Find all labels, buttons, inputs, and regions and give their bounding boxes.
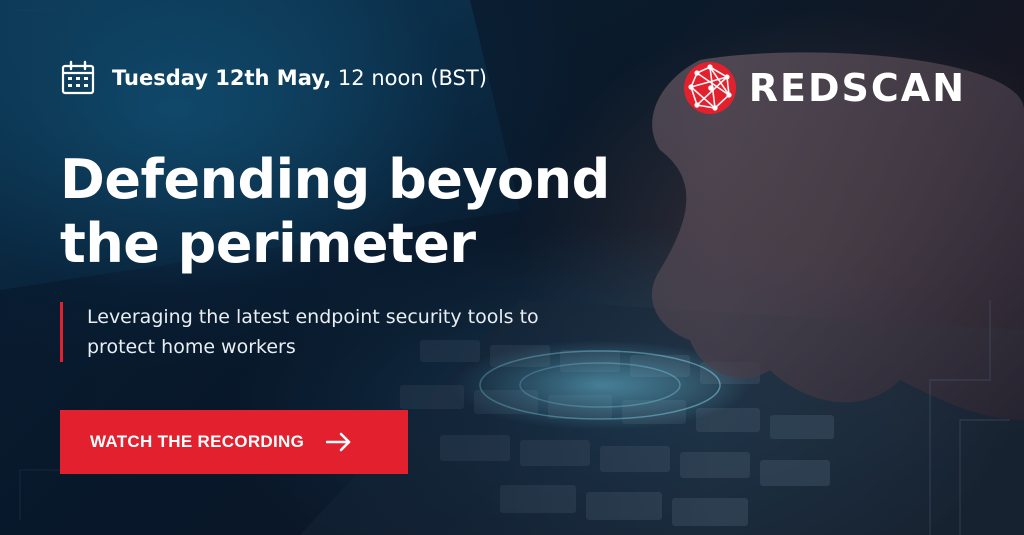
event-date-row: Tuesday 12th May, 12 noon (BST)	[60, 60, 487, 96]
arrow-right-icon	[326, 432, 351, 452]
event-date: Tuesday 12th May, 12 noon (BST)	[112, 60, 487, 96]
brand-name: REDSCAN	[748, 66, 966, 110]
watch-recording-button[interactable]: WATCH THE RECORDING	[60, 410, 408, 474]
accent-bar	[60, 302, 63, 362]
calendar-icon	[61, 60, 95, 95]
webinar-headline: Defending beyond the perimeter	[60, 148, 610, 275]
webinar-banner: Tuesday 12th May, 12 noon (BST) REDSCAN …	[0, 0, 1024, 535]
event-date-day: Tuesday 12th May,	[112, 66, 332, 90]
event-date-time: 12 noon (BST)	[331, 66, 487, 90]
watch-recording-label: WATCH THE RECORDING	[90, 432, 305, 451]
subtitle-block: Leveraging the latest endpoint security …	[60, 302, 557, 362]
redscan-logo: REDSCAN	[683, 60, 966, 116]
redscan-network-sphere-icon	[683, 62, 736, 114]
webinar-subtitle: Leveraging the latest endpoint security …	[87, 306, 539, 358]
